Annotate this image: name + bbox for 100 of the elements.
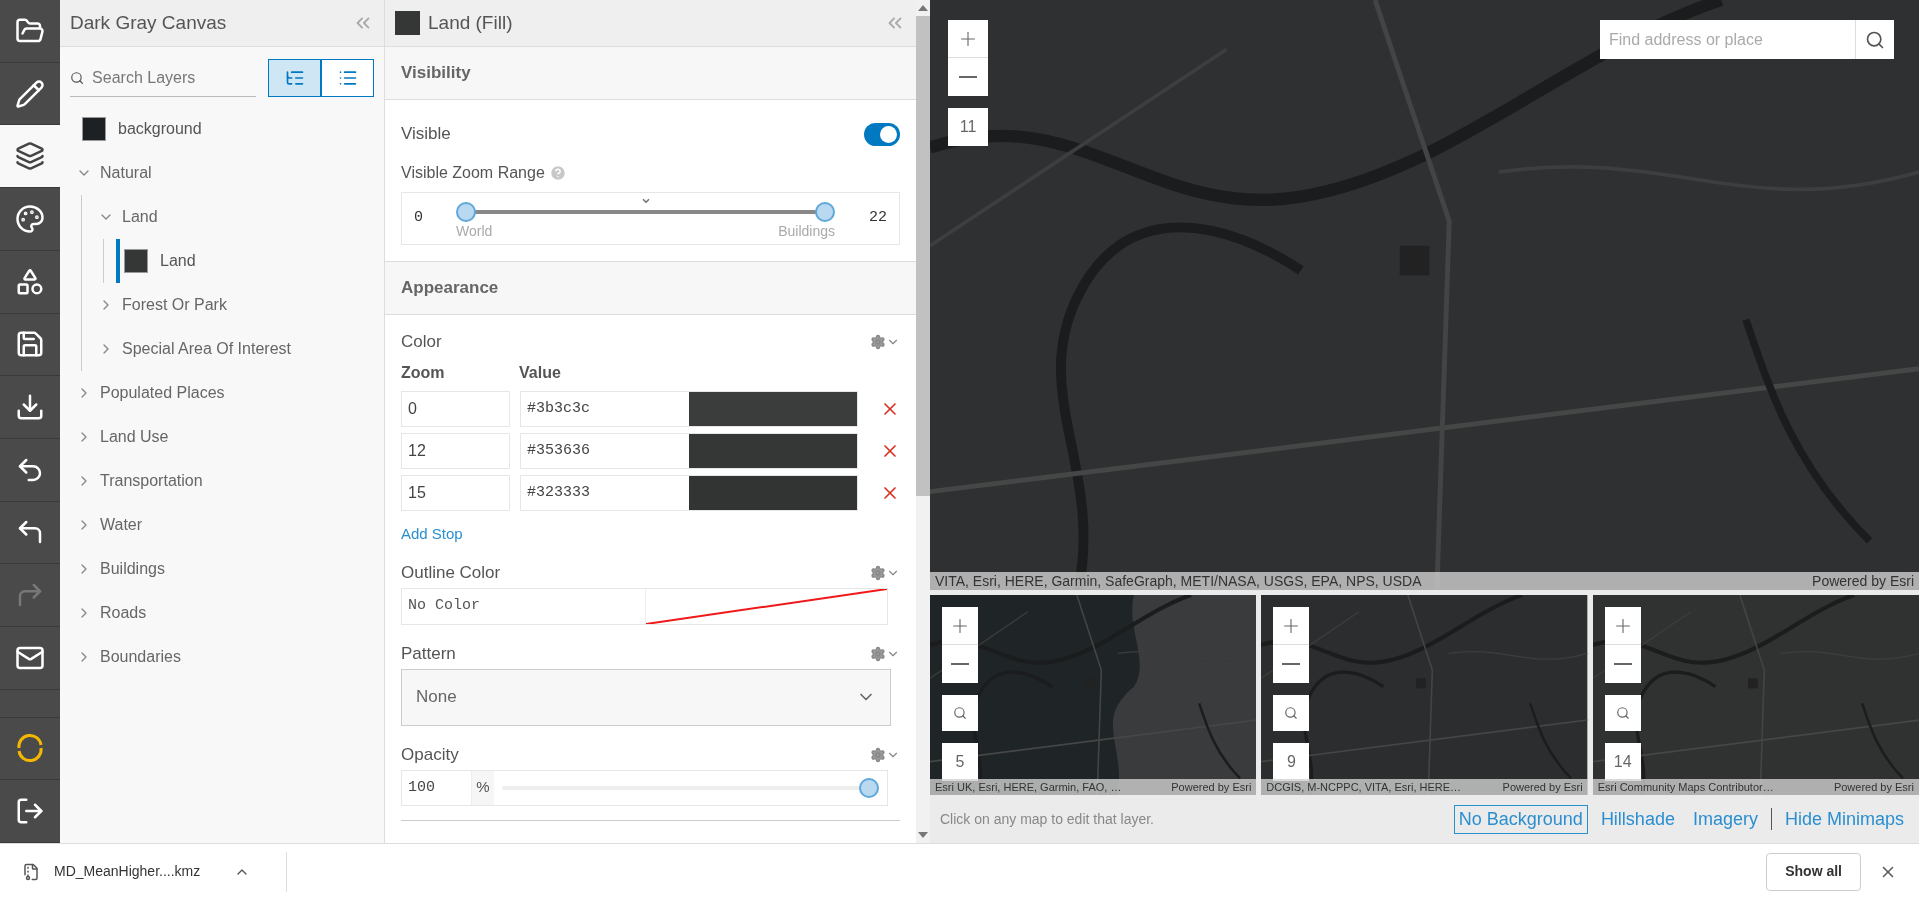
range-caption: Buildings (778, 223, 835, 238)
color-swatch[interactable] (689, 392, 857, 426)
zoom-level: 5 (942, 743, 978, 781)
zoom-level: 9 (1273, 743, 1310, 781)
exit-icon (15, 796, 45, 827)
zoom-input[interactable]: 12 (401, 433, 510, 469)
layer-group[interactable]: Roads (72, 591, 372, 635)
show-all-button[interactable]: Show all (1766, 852, 1861, 891)
column-header: Zoom (401, 363, 446, 383)
group-name: Populated Places (100, 383, 225, 403)
map-option-link[interactable]: Hide Minimaps (1779, 804, 1909, 834)
slider-thumb[interactable] (815, 201, 835, 222)
settings-dropdown[interactable] (870, 645, 900, 662)
color-swatch[interactable] (689, 434, 857, 468)
group-name: Land Use (100, 427, 169, 447)
minimap[interactable]: 9 DCGIS, M-NCPPC, VITA, Esri, HERE… Powered by Esri (1261, 595, 1588, 795)
search-icon (1615, 706, 1630, 720)
layer-group[interactable]: Special Area Of Interest (94, 327, 372, 371)
color-value-field[interactable]: #353636 (520, 433, 858, 469)
minimap[interactable]: 14 Esri Community Maps Contributor… Powered by Esri (1592, 595, 1919, 795)
file-icon (22, 862, 40, 881)
visibility-toggle[interactable] (864, 122, 900, 146)
file-name[interactable]: MD_MeanHigher....kmz (54, 861, 201, 882)
add-stop-link[interactable]: Add Stop (401, 523, 463, 546)
layer-item[interactable]: Land (116, 239, 372, 283)
layer-item[interactable]: background (72, 107, 372, 151)
main-map[interactable]: 11 Find address or place VITA, Esri, HERE, Garmin, SafeGraph, METI/NASA, USGS, EPA, NPS, USDA Powered by Esri (930, 0, 1919, 590)
toolbar-button[interactable] (0, 125, 60, 189)
layer-group[interactable]: Land (94, 195, 372, 239)
shapes-icon (15, 266, 45, 297)
settings-dropdown[interactable] (870, 746, 900, 763)
layer-group[interactable]: Transportation (72, 459, 372, 503)
field-label: Visible (401, 123, 451, 146)
view-toggle-button[interactable] (321, 59, 374, 97)
powered-by-text: Powered by Esri (1502, 779, 1583, 795)
group-name: Natural (100, 163, 152, 183)
zoom-level: 11 (948, 108, 988, 146)
color-value-input[interactable]: #3b3c3c (521, 392, 689, 426)
search-icon (953, 706, 967, 720)
view-toggle-button[interactable] (268, 59, 321, 97)
search-input[interactable]: Search Layers (92, 65, 256, 90)
logo-icon (15, 733, 45, 764)
search-icon (70, 69, 85, 86)
field-label: Pattern (401, 642, 456, 665)
percent-unit: % (472, 770, 494, 805)
layer-group[interactable]: Forest Or Park (94, 283, 372, 327)
settings-dropdown[interactable] (870, 334, 900, 350)
zoom-in-button[interactable] (1273, 607, 1310, 645)
settings-icon (870, 746, 886, 763)
minus-icon (951, 663, 969, 665)
group-name: Water (100, 515, 143, 535)
opacity-slider[interactable] (502, 777, 879, 798)
list-icon (337, 68, 358, 88)
download-icon (15, 392, 45, 423)
zoom-input[interactable]: 15 (401, 475, 510, 511)
layer-group[interactable]: Buildings (72, 547, 372, 591)
powered-by-text: Powered by Esri (1833, 779, 1914, 795)
color-value-input[interactable]: #353636 (521, 434, 689, 468)
pattern-select[interactable]: None (401, 668, 891, 726)
layer-name: background (118, 119, 202, 139)
search-icon[interactable] (1865, 29, 1885, 50)
search-button[interactable] (1604, 695, 1641, 731)
hint-text: Click on any map to edit that layer. (940, 809, 1154, 829)
slider-thumb[interactable] (456, 201, 476, 222)
color-value-field[interactable]: #323333 (520, 475, 858, 511)
layer-group[interactable]: Water (72, 503, 372, 547)
zoom-out-button[interactable] (1273, 645, 1310, 683)
section-title: Visibility (401, 62, 471, 85)
panel-title: Land (Fill) (428, 10, 513, 35)
zoom-in-button[interactable] (1604, 607, 1641, 645)
settings-icon (870, 564, 886, 581)
color-swatch[interactable] (689, 476, 857, 510)
settings-icon (870, 645, 886, 662)
color-value-input[interactable]: #323333 (521, 476, 689, 510)
layer-group[interactable]: Land Use (72, 415, 372, 459)
attribution-text: Esri Community Maps Contributor… (1597, 779, 1774, 795)
search-button[interactable] (1273, 695, 1310, 731)
field-label: Opacity (401, 743, 459, 766)
scroll-down-icon[interactable] (918, 832, 928, 838)
zoom-input[interactable]: 0 (401, 391, 510, 427)
palette-icon (15, 203, 45, 234)
group-name: Boundaries (100, 647, 181, 667)
range-max: 22 (868, 208, 887, 229)
powered-by-text: Powered by Esri (1812, 571, 1914, 590)
zoom-out-button[interactable] (1604, 645, 1641, 683)
column-header: Value (519, 363, 561, 383)
layer-group[interactable]: Natural (72, 151, 372, 195)
powered-by-text: Powered by Esri (1171, 779, 1252, 795)
layer-group[interactable]: Boundaries (72, 635, 372, 679)
slider-thumb[interactable] (859, 777, 879, 798)
layer-group[interactable]: Populated Places (72, 371, 372, 415)
field-label: Color (401, 331, 442, 354)
range-slider[interactable] (456, 199, 835, 224)
search-field[interactable]: Search Layers (70, 59, 256, 97)
scrollbar[interactable] (916, 0, 930, 843)
color-value-field[interactable]: #3b3c3c (520, 391, 858, 427)
scroll-up-icon[interactable] (918, 5, 928, 11)
minus-icon (1282, 663, 1301, 665)
settings-dropdown[interactable] (870, 564, 900, 581)
outline-color-field[interactable]: No Color (401, 587, 888, 625)
